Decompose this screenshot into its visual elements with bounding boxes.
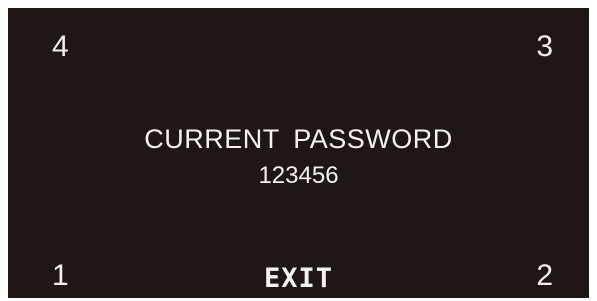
corner-button-4[interactable]: 4 <box>52 32 69 62</box>
corner-button-2[interactable]: 2 <box>536 261 553 291</box>
corner-button-4-label: 4 <box>52 30 69 63</box>
current-password-title: CURRENT PASSWORD <box>144 124 453 154</box>
current-password-value: 123456 <box>258 161 339 189</box>
corner-button-3-label: 3 <box>536 30 553 63</box>
exit-button[interactable]: EXIT <box>8 263 589 294</box>
password-info: CURRENT PASSWORD 123456 <box>8 124 589 189</box>
corner-button-2-label: 2 <box>536 259 553 292</box>
exit-button-label: EXIT <box>263 263 334 294</box>
corner-button-3[interactable]: 3 <box>536 32 553 62</box>
password-display-screen: 4 3 CURRENT PASSWORD 123456 1 EXIT 2 <box>8 8 589 298</box>
